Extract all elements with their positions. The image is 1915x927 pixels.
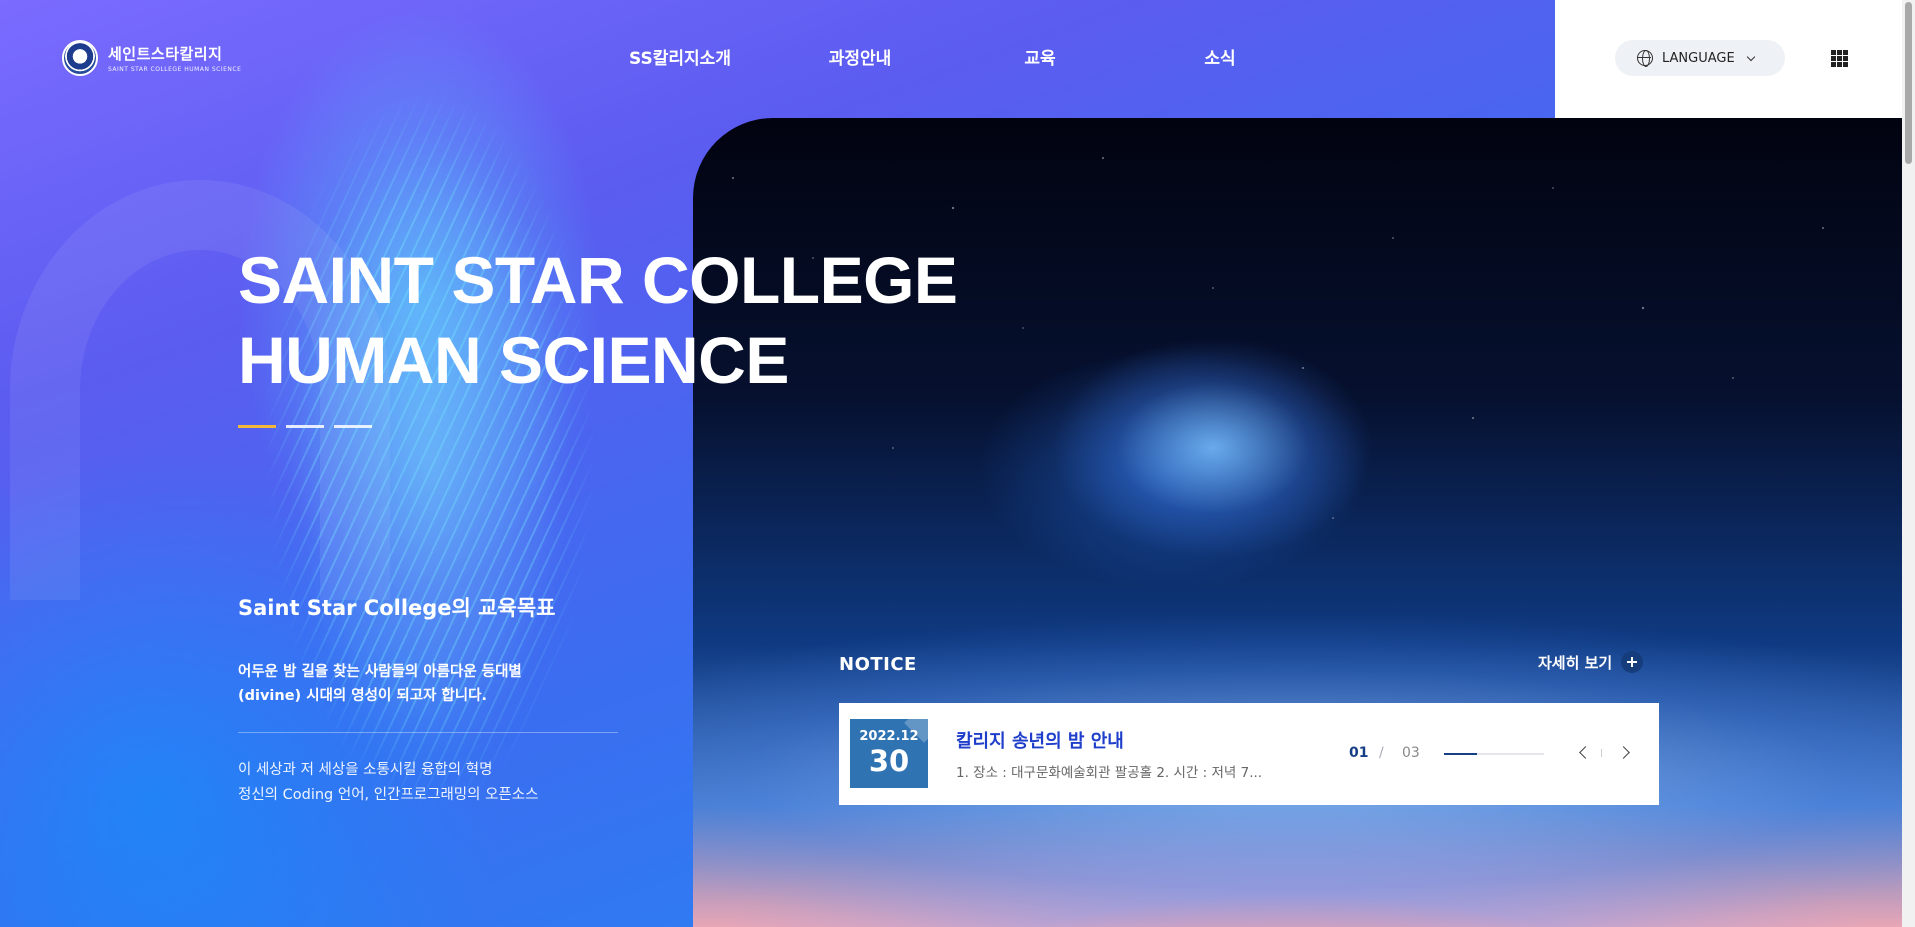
pager-separator: /: [1379, 745, 1384, 761]
pager-total: 03: [1402, 745, 1420, 761]
goal-statement-line-1: 어두운 밤 길을 찾는 사람들의 아름다운 등대별: [238, 664, 522, 680]
goal-divider: [238, 732, 618, 733]
hero-title: SAINT STAR COLLEGE HUMAN SCIENCE: [238, 240, 958, 400]
logo-korean-name: 세인트스타칼리지: [108, 45, 223, 63]
plus-icon: [1621, 651, 1644, 673]
education-goal-description: 이 세상과 저 세상을 소통시킬 융합의 혁명 정신의 Coding 언어, 인…: [238, 758, 638, 808]
hero-slide-indicators: [238, 425, 372, 428]
chevron-left-icon[interactable]: [1579, 746, 1592, 759]
main-nav: SS칼리지소개 과정안내 교육 소식: [590, 44, 1310, 69]
nav-item-courses[interactable]: 과정안내: [770, 44, 950, 69]
pager-current: 01: [1349, 745, 1369, 761]
nav-item-education[interactable]: 교육: [950, 44, 1130, 69]
hero-slide-dot-1[interactable]: [238, 425, 276, 428]
hero-title-line-1: SAINT STAR COLLEGE: [238, 243, 958, 317]
nav-item-about[interactable]: SS칼리지소개: [590, 44, 770, 69]
notice-excerpt: 1. 장소 : 대구문화예술회관 팔공홀 2. 시간 : 저녁 7...: [956, 765, 1263, 781]
college-emblem-icon: [62, 40, 98, 76]
notice-section-title: NOTICE: [839, 654, 917, 675]
nav-item-news[interactable]: 소식: [1130, 44, 1310, 69]
hero-slide-dot-2[interactable]: [286, 425, 324, 428]
pager-divider: [1601, 749, 1602, 757]
globe-icon: [1637, 50, 1653, 67]
pager-progress-bar: [1444, 753, 1544, 755]
notice-date-day: 30: [868, 744, 910, 778]
education-goal-title: Saint Star College의 교육목표: [238, 596, 556, 620]
grid-menu-icon[interactable]: [1831, 50, 1848, 67]
site-logo[interactable]: 세인트스타칼리지 SAINT STAR COLLEGE HUMAN SCIENC…: [62, 40, 241, 76]
notice-more-label: 자세히 보기: [1538, 653, 1613, 672]
hero-slide-dot-3[interactable]: [334, 425, 372, 428]
page-scrollbar[interactable]: [1902, 0, 1915, 927]
hero-title-line-2: HUMAN SCIENCE: [238, 323, 789, 397]
language-button[interactable]: LANGUAGE: [1615, 40, 1785, 76]
chevron-down-icon: [1746, 52, 1755, 61]
language-label: LANGUAGE: [1662, 50, 1735, 66]
notice-date-badge: 2022.12 30: [850, 719, 928, 788]
notice-headline[interactable]: 칼리지 송년의 밤 안내: [956, 727, 1124, 753]
chevron-right-icon[interactable]: [1617, 746, 1630, 759]
pager-progress-fill: [1444, 753, 1477, 755]
education-goal-statement: 어두운 밤 길을 찾는 사람들의 아름다운 등대별 (divine) 시대의 영…: [238, 660, 638, 708]
scrollbar-thumb[interactable]: [1905, 2, 1912, 164]
goal-description-line-1: 이 세상과 저 세상을 소통시킬 융합의 혁명: [238, 762, 493, 778]
notice-card[interactable]: 2022.12 30 칼리지 송년의 밤 안내 1. 장소 : 대구문화예술회관…: [839, 703, 1659, 805]
notice-more-link[interactable]: 자세히 보기: [1538, 651, 1644, 673]
notice-date-year-month: 2022.12: [859, 729, 919, 744]
site-header: 세인트스타칼리지 SAINT STAR COLLEGE HUMAN SCIENC…: [0, 0, 1915, 118]
goal-statement-line-2: (divine) 시대의 영성이 되고자 합니다.: [238, 688, 487, 704]
logo-text: 세인트스타칼리지 SAINT STAR COLLEGE HUMAN SCIENC…: [108, 43, 241, 73]
goal-description-line-2: 정신의 Coding 언어, 인간프로그래밍의 오픈소스: [238, 787, 539, 803]
logo-english-name: SAINT STAR COLLEGE HUMAN SCIENCE: [108, 66, 242, 73]
